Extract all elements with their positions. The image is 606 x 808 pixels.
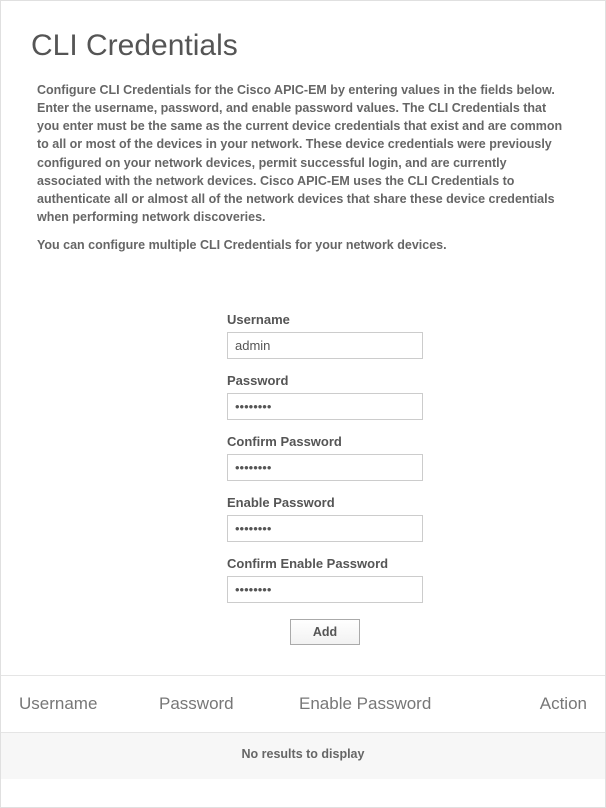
column-header-username: Username	[19, 694, 159, 714]
column-header-password: Password	[159, 694, 299, 714]
enable-password-field[interactable]	[227, 515, 423, 542]
table-header: Username Password Enable Password Action	[1, 676, 605, 733]
column-header-action: Action	[499, 694, 587, 714]
username-field[interactable]	[227, 332, 423, 359]
add-button[interactable]: Add	[290, 619, 360, 645]
username-label: Username	[227, 312, 423, 327]
no-results-row: No results to display	[1, 733, 605, 779]
enable-password-label: Enable Password	[227, 495, 423, 510]
password-field[interactable]	[227, 393, 423, 420]
page-title: CLI Credentials	[31, 29, 575, 63]
confirm-password-label: Confirm Password	[227, 434, 423, 449]
description-text: Configure CLI Credentials for the Cisco …	[31, 81, 575, 226]
confirm-enable-password-field[interactable]	[227, 576, 423, 603]
credentials-form: Username Password Confirm Password Enabl…	[227, 312, 423, 645]
column-header-enable-password: Enable Password	[299, 694, 499, 714]
subtext: You can configure multiple CLI Credentia…	[31, 238, 575, 252]
confirm-enable-password-label: Confirm Enable Password	[227, 556, 423, 571]
confirm-password-field[interactable]	[227, 454, 423, 481]
credentials-table: Username Password Enable Password Action…	[1, 675, 605, 779]
password-label: Password	[227, 373, 423, 388]
